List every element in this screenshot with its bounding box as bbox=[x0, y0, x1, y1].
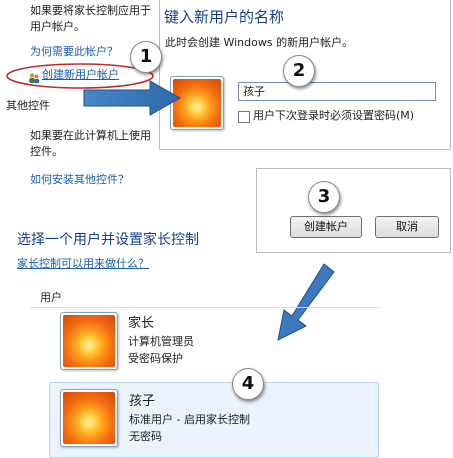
why-account-link[interactable]: 为何需要此帐户？ bbox=[30, 44, 118, 60]
require-password-checkbox[interactable] bbox=[238, 111, 250, 123]
user-item-child[interactable]: 孩子 标准用户 - 启用家长控制 无密码 bbox=[49, 382, 379, 458]
cancel-button[interactable]: 取消 bbox=[375, 216, 439, 238]
parent-role: 计算机管理员 bbox=[128, 335, 194, 348]
select-user-title: 选择一个用户并设置家长控制 bbox=[17, 232, 199, 248]
parent-avatar bbox=[60, 312, 118, 370]
info-text-line2: 用户帐户。 bbox=[30, 20, 85, 33]
parent-password-status: 受密码保护 bbox=[128, 352, 183, 365]
other-controls-line2: 控件。 bbox=[30, 145, 63, 158]
callout-1: 1 bbox=[130, 41, 162, 73]
child-name: 孩子 bbox=[129, 394, 156, 409]
username-input[interactable]: 孩子 bbox=[238, 82, 436, 101]
other-controls-line1: 如果要在此计算机上使用 bbox=[30, 129, 151, 142]
child-password-status: 无密码 bbox=[129, 430, 162, 443]
users-divider bbox=[30, 307, 380, 308]
username-value: 孩子 bbox=[243, 85, 265, 98]
child-avatar bbox=[60, 389, 118, 447]
callout-4: 4 bbox=[232, 368, 264, 400]
child-role: 标准用户 - 启用家长控制 bbox=[129, 413, 250, 426]
create-account-button[interactable]: 创建帐户 bbox=[290, 216, 362, 238]
parental-controls-help-link[interactable]: 家长控制可以用来做什么？ bbox=[17, 256, 149, 272]
require-password-label: 用户下次登录时必须设置密码(M) bbox=[253, 109, 415, 122]
users-header: 用户 bbox=[40, 291, 62, 304]
parent-name: 家长 bbox=[128, 316, 155, 331]
dialog-subtitle: 此时会创建 Windows 的新用户帐户。 bbox=[165, 36, 354, 49]
dialog-title: 键入新用户的名称 bbox=[164, 8, 285, 26]
info-text-line1: 如果要将家长控制应用于 bbox=[30, 4, 151, 17]
callout-2: 2 bbox=[283, 55, 315, 87]
user-item-parent[interactable]: 家长 计算机管理员 受密码保护 bbox=[56, 312, 286, 374]
other-controls-heading: 其他控件 bbox=[6, 99, 50, 112]
callout-3: 3 bbox=[308, 181, 340, 213]
action-panel: 创建帐户 取消 bbox=[256, 168, 451, 253]
arrow-right bbox=[83, 80, 182, 116]
install-controls-link[interactable]: 如何安装其他控件？ bbox=[30, 172, 129, 188]
